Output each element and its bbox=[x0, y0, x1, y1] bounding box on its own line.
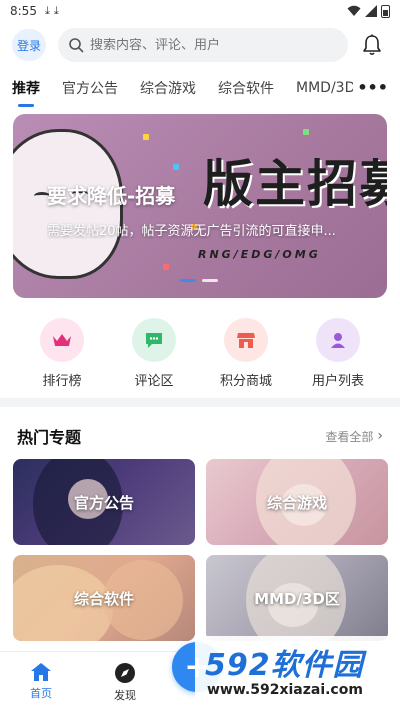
nav-discover[interactable]: 发现 bbox=[100, 662, 150, 703]
nav-label: 发现 bbox=[114, 689, 136, 702]
download-icon: ⤓ bbox=[44, 4, 50, 17]
view-all-link[interactable]: 查看全部 › bbox=[325, 428, 383, 445]
login-button[interactable]: 登录 bbox=[12, 29, 46, 61]
nav-label: 首页 bbox=[30, 687, 52, 700]
quick-links: 排行榜 评论区 积分商城 用户列表 bbox=[0, 318, 400, 389]
signal-icon bbox=[365, 5, 377, 17]
topic-card-official[interactable]: 官方公告 bbox=[13, 459, 195, 545]
banner-art-subtitle: RNG/EDG/OMG bbox=[198, 248, 321, 261]
carousel-dot-active bbox=[180, 279, 196, 282]
confetti bbox=[143, 134, 149, 140]
watermark-url: www.592xiazai.com bbox=[207, 682, 363, 698]
quick-link-label: 用户列表 bbox=[311, 374, 364, 389]
tab-official-announcement[interactable]: 官方公告 bbox=[62, 78, 118, 98]
confetti bbox=[303, 129, 309, 135]
carousel-indicator bbox=[180, 279, 218, 282]
topic-card-label: 综合软件 bbox=[73, 589, 134, 608]
quick-link-comments[interactable]: 评论区 bbox=[114, 318, 194, 389]
search-input[interactable] bbox=[90, 37, 330, 53]
view-all-label: 查看全部 bbox=[325, 429, 374, 444]
crown-icon bbox=[40, 318, 84, 362]
quick-link-ranking[interactable]: 排行榜 bbox=[22, 318, 102, 389]
nav-home[interactable]: 首页 bbox=[16, 662, 66, 701]
topic-card-label: 综合游戏 bbox=[266, 493, 327, 512]
confetti bbox=[173, 164, 179, 170]
status-icons bbox=[347, 4, 390, 18]
category-tabs: 推荐 官方公告 综合游戏 综合软件 MMD/3D ••• bbox=[0, 68, 400, 108]
chat-icon bbox=[132, 318, 176, 362]
app-header: 登录 bbox=[0, 22, 400, 68]
chevron-right-icon: › bbox=[377, 428, 383, 444]
battery-icon bbox=[381, 4, 390, 18]
notification-button[interactable] bbox=[360, 33, 384, 57]
tab-software[interactable]: 综合软件 bbox=[218, 78, 274, 98]
topic-card-software[interactable]: 综合软件 bbox=[13, 555, 195, 641]
topic-card-mmd-3d[interactable]: MMD/3D区 bbox=[206, 555, 388, 641]
shop-icon bbox=[224, 318, 268, 362]
quick-link-label: 评论区 bbox=[134, 374, 174, 389]
topic-card-label: MMD/3D区 bbox=[254, 589, 340, 608]
compass-icon bbox=[115, 663, 135, 683]
home-icon bbox=[31, 663, 51, 681]
tab-games[interactable]: 综合游戏 bbox=[140, 78, 196, 98]
banner-description: 需要发帖20帖，帖子资源无广告引流的可直接申... bbox=[47, 224, 336, 239]
watermark: 592软件园 www.592xiazai.com bbox=[195, 636, 400, 711]
user-icon bbox=[316, 318, 360, 362]
download-icon: ⤓ bbox=[53, 4, 59, 17]
quick-link-points-shop[interactable]: 积分商城 bbox=[206, 318, 286, 389]
topic-card-label: 官方公告 bbox=[73, 493, 134, 512]
status-time: 8:55 bbox=[10, 4, 37, 18]
tab-mmd-3d[interactable]: MMD/3D bbox=[296, 80, 355, 96]
confetti bbox=[163, 264, 169, 270]
status-bar: 8:55 ⤓ ⤓ bbox=[0, 0, 400, 22]
search-bar[interactable] bbox=[58, 28, 348, 62]
search-icon bbox=[69, 38, 84, 53]
hot-topics-header: 热门专题 查看全部 › bbox=[17, 424, 383, 448]
banner-title: 要求降低-招募 bbox=[47, 184, 176, 208]
banner-carousel[interactable]: 版主招募 RNG/EDG/OMG 要求降低-招募 需要发帖20帖，帖子资源无广告… bbox=[13, 114, 387, 298]
tab-recommend[interactable]: 推荐 bbox=[12, 78, 40, 107]
watermark-logo: 592软件园 bbox=[205, 648, 364, 683]
section-title: 热门专题 bbox=[17, 428, 82, 447]
bell-icon bbox=[363, 34, 381, 56]
quick-link-label: 积分商城 bbox=[219, 374, 272, 389]
wifi-icon bbox=[347, 5, 361, 16]
more-tabs-icon[interactable]: ••• bbox=[353, 78, 388, 97]
carousel-dot bbox=[202, 279, 218, 282]
quick-link-user-list[interactable]: 用户列表 bbox=[298, 318, 378, 389]
quick-link-label: 排行榜 bbox=[42, 374, 82, 389]
banner-art-title: 版主招募 bbox=[203, 155, 387, 213]
topic-card-games[interactable]: 综合游戏 bbox=[206, 459, 388, 545]
